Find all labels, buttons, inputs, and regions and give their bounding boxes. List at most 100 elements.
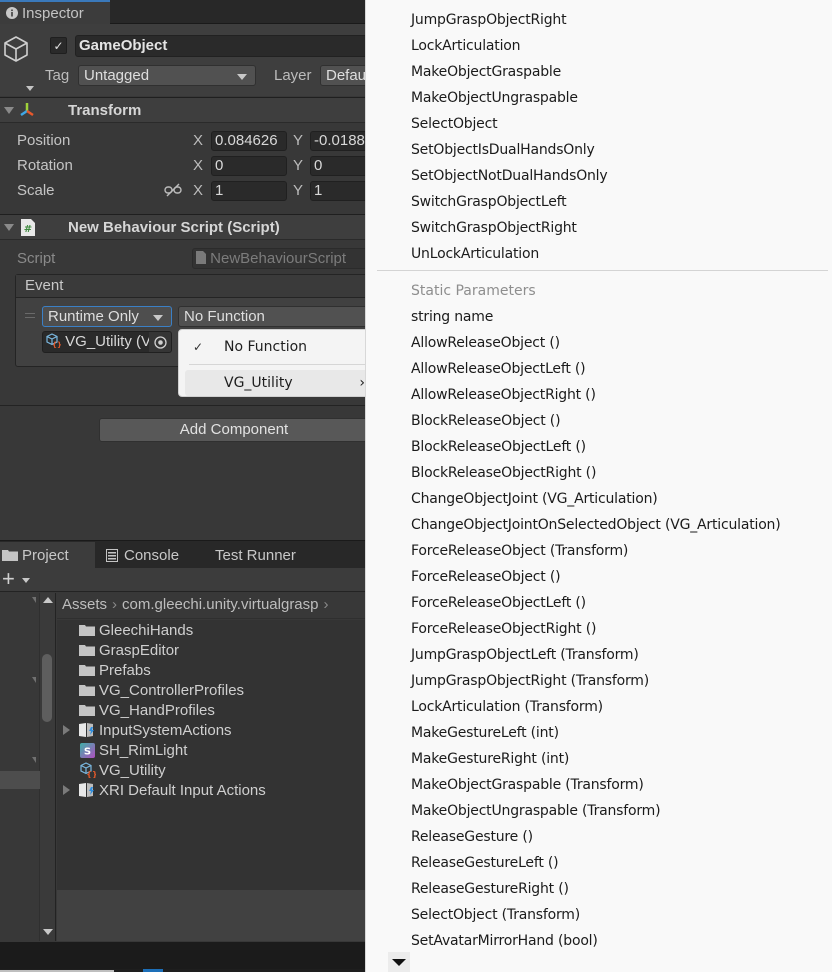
menu-item-static-method[interactable]: BlockReleaseObjectLeft () [411, 434, 586, 460]
divider [0, 405, 366, 406]
create-plus-icon[interactable]: + [2, 568, 15, 590]
menu-item-static-method[interactable]: MakeGestureLeft (int) [411, 720, 559, 746]
menu-item-method[interactable]: SelectObject [411, 111, 498, 137]
menu-item-static-method[interactable]: ReleaseGestureLeft () [411, 850, 559, 876]
menu-item-static-method[interactable]: MakeObjectUngraspable (Transform) [411, 798, 661, 824]
scale-x-field[interactable]: 1 [211, 181, 287, 201]
icon-dropdown-arrow[interactable] [26, 86, 34, 91]
tree-selected-item[interactable] [0, 771, 40, 789]
position-y-field[interactable]: -0.0188 [310, 131, 366, 151]
asset-item[interactable]: InputSystemActions [63, 720, 232, 740]
position-x-field[interactable]: 0.084626 [211, 131, 287, 151]
script-component-header[interactable]: # New Behaviour Script (Script) [0, 214, 366, 240]
call-state-dropdown[interactable]: Runtime Only [42, 306, 172, 327]
unlink-icon[interactable] [164, 183, 182, 201]
tree-scroll-indicator [32, 677, 36, 683]
function-menu-item-no-function[interactable]: ✓ No Function [179, 334, 366, 360]
menu-scroll-down-button[interactable] [388, 952, 410, 972]
asset-item[interactable]: {} VG_Utility [77, 760, 166, 780]
menu-item-static-method[interactable]: AllowReleaseObjectLeft () [411, 356, 586, 382]
menu-item-static-method[interactable]: LockArticulation (Transform) [411, 694, 603, 720]
asset-item[interactable]: VG_HandProfiles [77, 700, 215, 720]
foldout-arrow-icon[interactable] [4, 224, 14, 231]
menu-item-static-method[interactable]: ChangeObjectJoint (VG_Articulation) [411, 486, 658, 512]
scale-y-field[interactable]: 1 [310, 181, 366, 201]
chevron-down-icon [153, 315, 163, 321]
asset-item[interactable]: GleechiHands [77, 620, 193, 640]
transform-header[interactable]: Transform [0, 97, 366, 123]
menu-item-static-method[interactable]: ForceReleaseObject () [411, 564, 561, 590]
create-dropdown-arrow[interactable] [22, 578, 30, 583]
menu-item-static-method[interactable]: ReleaseGesture () [411, 824, 533, 850]
scrollbar-thumb[interactable] [42, 654, 52, 722]
tree-scrollbar[interactable] [40, 593, 56, 941]
tag-label: Tag [45, 67, 70, 84]
asset-item[interactable]: XRI Default Input Actions [63, 780, 266, 800]
menu-item-method[interactable]: UnLockArticulation [411, 241, 539, 267]
menu-item-method[interactable]: SwitchGraspObjectLeft [411, 189, 567, 215]
object-picker-button[interactable] [149, 332, 171, 352]
menu-separator [189, 364, 366, 365]
menu-item-static-method[interactable]: MakeGestureRight (int) [411, 746, 569, 772]
tab-inspector[interactable]: Inspector [0, 0, 110, 24]
asset-item[interactable]: VG_ControllerProfiles [77, 680, 244, 700]
menu-item-method[interactable]: SetObjectIsDualHandsOnly [411, 137, 595, 163]
rotation-y-field[interactable]: 0 [310, 156, 366, 176]
target-object-field[interactable]: {} VG_Utility (V [42, 331, 172, 353]
menu-item-static-method[interactable]: ForceReleaseObject (Transform) [411, 538, 628, 564]
rotation-x-field[interactable]: 0 [211, 156, 287, 176]
asset-item[interactable]: Prefabs [77, 660, 151, 680]
menu-item-method[interactable]: JumpGraspObjectRight [411, 7, 567, 33]
tree-scroll-indicator [32, 597, 36, 603]
info-icon [6, 7, 18, 19]
expand-arrow-icon[interactable] [63, 725, 70, 735]
menu-item-static-method[interactable]: SelectObject (Transform) [411, 902, 580, 928]
breadcrumb-item-package[interactable]: com.gleechi.unity.virtualgrasp [122, 596, 318, 613]
function-dropdown[interactable]: No Function [178, 306, 366, 327]
script-prefab-icon: {} [77, 762, 97, 778]
menu-item-method[interactable]: MakeObjectUngraspable [411, 85, 578, 111]
expand-arrow-icon[interactable] [63, 785, 70, 795]
menu-item-static-method[interactable]: ReleaseGestureRight () [411, 876, 569, 902]
script-reference-field[interactable]: NewBehaviourScript [192, 248, 366, 269]
menu-item-static-method[interactable]: JumpGraspObjectLeft (Transform) [411, 642, 639, 668]
tab-project[interactable]: Project [0, 542, 95, 568]
menu-item-static-method[interactable]: BlockReleaseObjectRight () [411, 460, 596, 486]
menu-item-method[interactable]: SetObjectNotDualHandsOnly [411, 163, 608, 189]
rotation-label: Rotation [17, 157, 73, 174]
asset-list: GleechiHands GraspEditor Prefabs VG_Cont… [57, 620, 366, 890]
menu-item-static-method[interactable]: ForceReleaseObjectRight () [411, 616, 596, 642]
foldout-arrow-icon[interactable] [4, 107, 14, 114]
breadcrumb-item-assets[interactable]: Assets [62, 596, 107, 613]
asset-item-label: Prefabs [99, 661, 151, 679]
tab-console[interactable]: Console [106, 542, 179, 568]
scroll-down-arrow-icon[interactable] [43, 929, 53, 935]
gameobject-header: ✓ GameObject Tag Untagged Layer Default [0, 24, 366, 96]
add-component-button[interactable]: Add Component [99, 418, 366, 442]
asset-item[interactable]: S SH_RimLight [77, 740, 187, 760]
tag-dropdown[interactable]: Untagged [78, 65, 256, 86]
function-menu-item-vg-utility[interactable]: VG_Utility › [185, 370, 366, 396]
menu-item-method[interactable]: LockArticulation [411, 33, 520, 59]
menu-item-static-method[interactable]: SetAvatarMirrorHand (bool) [411, 928, 598, 954]
menu-item-method[interactable]: SwitchGraspObjectRight [411, 215, 577, 241]
scroll-up-arrow-icon[interactable] [43, 597, 53, 603]
menu-item-static-method[interactable]: BlockReleaseObject () [411, 408, 561, 434]
menu-item-static-method[interactable]: AllowReleaseObject () [411, 330, 560, 356]
layer-dropdown[interactable]: Default [320, 65, 366, 86]
gameobject-cube-icon[interactable] [2, 34, 30, 68]
asset-item[interactable]: GraspEditor [77, 640, 179, 660]
tab-test-runner[interactable]: Test Runner [215, 542, 296, 568]
menu-item-static-method[interactable]: MakeObjectGraspable (Transform) [411, 772, 644, 798]
menu-item-method[interactable]: MakeObjectGraspable [411, 59, 561, 85]
menu-item-static-method[interactable]: AllowReleaseObjectRight () [411, 382, 596, 408]
gameobject-name-field[interactable]: GameObject [75, 35, 366, 57]
script-file-icon [196, 251, 206, 264]
menu-item-static-method[interactable]: JumpGraspObjectRight (Transform) [411, 668, 649, 694]
menu-item-static-method[interactable]: ChangeObjectJointOnSelectedObject (VG_Ar… [411, 512, 781, 538]
menu-item-static-method[interactable]: string name [411, 304, 493, 330]
menu-item-static-method[interactable]: ForceReleaseObjectLeft () [411, 590, 586, 616]
active-checkbox[interactable]: ✓ [50, 37, 67, 54]
drag-handle[interactable] [25, 313, 35, 321]
transform-title: Transform [68, 102, 142, 119]
